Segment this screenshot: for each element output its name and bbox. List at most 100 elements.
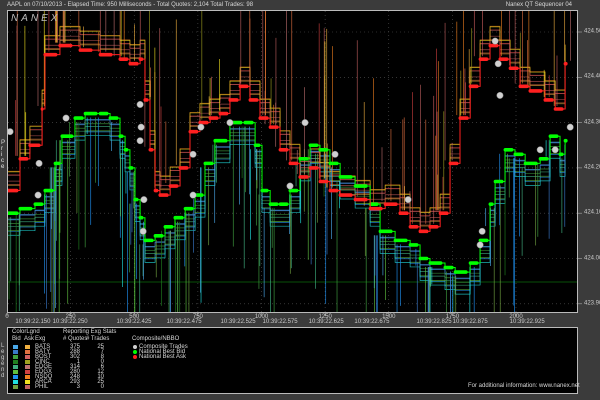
national-best-ask-point: [98, 52, 113, 57]
national-best-ask-point: [408, 224, 419, 229]
national-best-bid-point: [53, 161, 61, 166]
national-best-bid-point: [523, 161, 538, 166]
composite-trade-point: [34, 191, 42, 199]
ask-color-swatch: [25, 355, 30, 359]
time-label: 10:39:22.825: [416, 319, 452, 325]
national-best-ask-point: [383, 202, 398, 206]
time-label: 10:39:22.875: [452, 319, 488, 325]
national-best-ask-point: [468, 84, 479, 89]
national-best-ask-point: [8, 188, 19, 193]
national-best-bid-point: [558, 152, 564, 157]
bid-color-swatch: [13, 360, 18, 364]
national-best-ask-point: [258, 116, 269, 120]
y-tick-label: 424.500: [584, 28, 600, 35]
bid-color-swatch: [13, 355, 18, 359]
national-best-bid-point: [8, 211, 19, 215]
national-best-ask-point: [528, 89, 543, 93]
composite-trade-point: [551, 146, 559, 154]
national-best-ask-point: [18, 157, 29, 161]
stats-title: Reporting Exg Stats: [63, 329, 117, 335]
national-best-ask-point: [228, 98, 239, 102]
bid-color-swatch: [13, 385, 18, 389]
national-best-bid-point: [393, 238, 408, 243]
national-best-ask-point: [508, 66, 519, 71]
y-tick-label: 424.400: [584, 73, 600, 80]
national-best-ask-point: [478, 57, 489, 61]
national-best-bid-point: [43, 188, 54, 193]
national-best-ask-point: [553, 107, 564, 111]
composite-trade-point: [494, 60, 502, 68]
composite-label: National Best Ask: [139, 354, 187, 360]
national-best-ask-point: [288, 161, 299, 166]
exchange-trades: 0: [100, 384, 104, 390]
bid-color-swatch: [13, 370, 18, 374]
national-best-bid-point: [418, 256, 429, 261]
national-best-ask-point: [438, 211, 449, 215]
national-best-ask-point: [458, 116, 469, 120]
time-label: 10:39:22.625: [308, 319, 344, 325]
national-best-ask-point: [498, 57, 509, 61]
col-exg: Exg: [35, 336, 46, 342]
composite-trade-point: [189, 191, 197, 199]
national-best-bid-point: [118, 134, 124, 138]
exchange-quotes: 3: [76, 384, 80, 390]
col-ask: Ask: [24, 336, 35, 342]
national-best-bid-point: [73, 116, 84, 120]
national-best-bid-point: [453, 270, 468, 274]
y-tick-label: 424.300: [584, 119, 600, 126]
national-best-bid-point: [173, 215, 184, 220]
composite-trade-point: [226, 119, 234, 127]
national-best-bid-point: [338, 175, 353, 179]
composite-trade-point: [197, 123, 205, 131]
national-best-bid-point: [243, 120, 254, 125]
composite-trade-point: [136, 101, 144, 108]
ask-color-swatch: [25, 365, 30, 369]
national-best-ask-point: [238, 84, 249, 89]
national-best-ask-point: [128, 61, 139, 66]
national-best-ask-point: [328, 188, 339, 193]
exchange-name: PHIL: [35, 384, 49, 390]
national-best-ask-point: [118, 57, 129, 61]
national-best-ask-point: [518, 84, 529, 89]
national-best-bid-point: [538, 157, 549, 161]
national-best-bid-point: [298, 157, 309, 161]
time-label: 10:39:22.675: [354, 319, 390, 325]
time-label: 10:39:22.150: [15, 319, 51, 325]
x-tick-label: 0: [5, 314, 9, 320]
national-best-bid-point: [278, 202, 289, 206]
national-best-bid-point: [128, 166, 134, 170]
nanex-logo: NANEX: [11, 13, 61, 24]
composite-trade-point: [331, 150, 339, 158]
national-best-ask-point: [153, 188, 159, 193]
national-best-ask-point: [448, 161, 459, 166]
composite-trade-point: [140, 196, 148, 204]
legend-side-label: Legend: [1, 343, 9, 379]
bid-color-swatch: [13, 380, 18, 384]
composite-trade-point: [566, 123, 574, 131]
bid-color-swatch: [13, 375, 18, 379]
axis-ticks: [6, 31, 582, 316]
composite-dot-icon: [133, 345, 137, 349]
y-axis-label: Price: [1, 140, 10, 170]
time-label: 10:39:22.425: [116, 319, 152, 325]
national-best-ask-point: [418, 229, 429, 234]
composite-trade-point: [139, 227, 147, 235]
composite-trade-point: [136, 137, 144, 145]
national-best-ask-point: [563, 61, 568, 66]
ask-color-swatch: [25, 375, 30, 379]
national-best-ask-point: [43, 52, 58, 57]
composite-trade-point: [189, 150, 197, 158]
national-best-ask-point: [368, 206, 383, 211]
composite-trade-point: [478, 227, 486, 235]
national-best-ask-point: [148, 147, 154, 152]
national-best-bid-point: [203, 161, 214, 166]
composite-trade-point: [286, 182, 294, 190]
composite-trade-point: [8, 128, 14, 136]
national-best-bid-point: [138, 215, 144, 220]
national-best-ask-point: [158, 193, 169, 197]
national-best-bid-point: [213, 138, 228, 143]
col-quotes: # Quotes: [63, 336, 88, 342]
national-best-ask-point: [218, 111, 229, 116]
national-best-bid-point: [163, 224, 174, 229]
col-trades: # Trades: [86, 336, 110, 342]
